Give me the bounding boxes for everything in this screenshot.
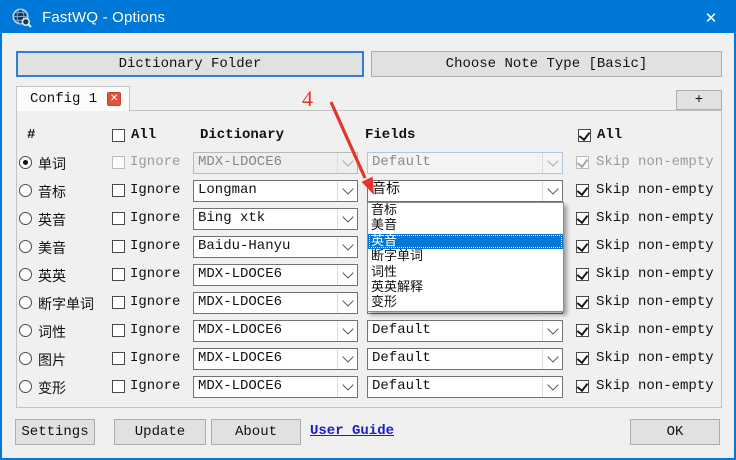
dropdown-option[interactable]: 美音 <box>368 218 563 233</box>
dropdown-option[interactable]: 词性 <box>368 265 563 280</box>
settings-button[interactable]: Settings <box>15 419 95 445</box>
tab-config-1[interactable]: Config 1 ✕ <box>16 86 130 111</box>
dropdown-option[interactable]: 变形 <box>368 295 563 310</box>
title-bar: FastWQ - Options ✕ <box>2 2 734 33</box>
dropdown-option[interactable]: 英英解释 <box>368 280 563 295</box>
dictionary-folder-button[interactable]: Dictionary Folder <box>16 51 364 77</box>
ok-button[interactable]: OK <box>630 419 720 445</box>
about-button[interactable]: About <box>211 419 301 445</box>
add-config-button[interactable]: + <box>676 90 722 110</box>
options-dialog: FastWQ - Options ✕ Dictionary Folder Cho… <box>0 0 736 460</box>
choose-note-type-button[interactable]: Choose Note Type [Basic] <box>371 51 722 77</box>
fields-dropdown-list: 音标美音英音断字单词词性英英解释变形 <box>367 202 564 312</box>
tab-label: Config 1 <box>30 91 97 107</box>
globe-search-icon <box>11 7 33 29</box>
window-title: FastWQ - Options <box>42 9 165 26</box>
user-guide-link[interactable]: User Guide <box>310 423 394 439</box>
dropdown-option[interactable]: 断字单词 <box>368 249 563 264</box>
tab-close-icon[interactable]: ✕ <box>107 92 121 106</box>
dropdown-option[interactable]: 音标 <box>368 203 563 218</box>
window-close-button[interactable]: ✕ <box>688 2 734 33</box>
annotation-step-number: 4 <box>302 86 313 112</box>
dropdown-option[interactable]: 英音 <box>368 234 563 249</box>
update-button[interactable]: Update <box>114 419 206 445</box>
